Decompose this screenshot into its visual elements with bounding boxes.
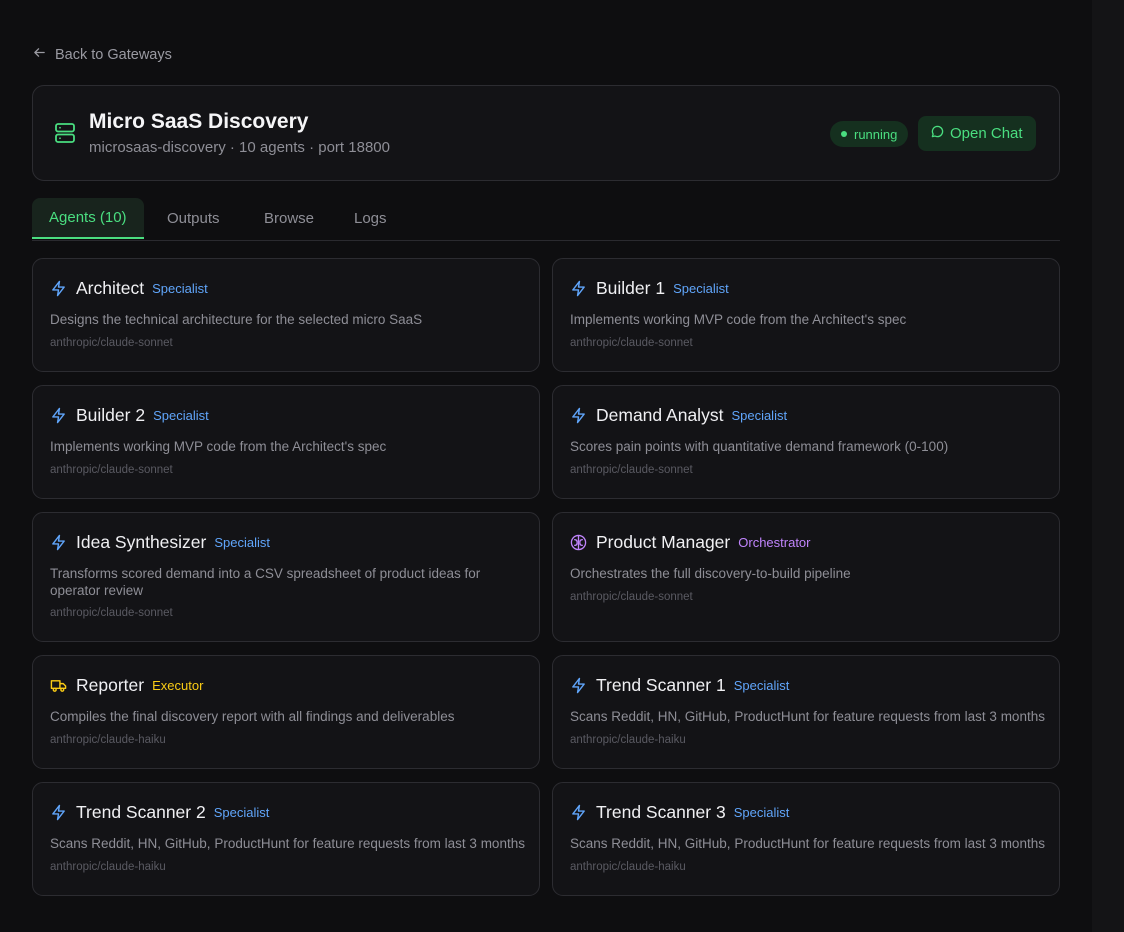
agent-description: Scores pain points with quantitative dem… — [570, 439, 949, 454]
agent-role-badge: Orchestrator — [738, 535, 811, 550]
agent-description: Implements working MVP code from the Arc… — [570, 312, 907, 327]
agent-card-header: Architect Specialist — [50, 278, 208, 299]
agent-name: Builder 1 — [596, 278, 666, 298]
agent-name: Trend Scanner 1 — [596, 675, 726, 695]
agent-role-badge: Specialist — [152, 281, 208, 296]
agent-card-header: Trend Scanner 1 Specialist — [570, 675, 789, 696]
status-badge: running — [830, 121, 909, 147]
agent-card[interactable]: Trend Scanner 1 Specialist Scans Reddit, H… — [552, 655, 1060, 769]
agent-name: Architect — [76, 278, 145, 298]
lightning-icon — [570, 280, 587, 297]
lightning-icon — [570, 407, 587, 424]
agent-model: anthropic/claude-sonnet — [50, 464, 173, 476]
tab-logs[interactable]: Logs — [354, 198, 387, 239]
agent-model: anthropic/claude-sonnet — [50, 607, 173, 619]
lightning-icon — [570, 677, 587, 694]
agent-card[interactable]: Trend Scanner 2 Specialist Scans Reddit, H… — [32, 782, 540, 896]
agent-description: Orchestrates the full discovery-to-build… — [570, 566, 851, 581]
agent-card-header: Trend Scanner 3 Specialist — [570, 802, 789, 823]
agent-description: Scans Reddit, HN, GitHub, ProductHunt fo… — [50, 836, 525, 851]
status-label: running — [854, 126, 898, 142]
agent-card-header: Demand Analyst Specialist — [570, 405, 787, 426]
agent-card-header: Idea Synthesizer Specialist — [50, 532, 270, 553]
agent-model: anthropic/claude-haiku — [50, 861, 166, 873]
agent-role-badge: Executor — [152, 678, 204, 693]
agent-name: Demand Analyst — [596, 405, 724, 425]
tab-bar: Agents (10) Outputs Browse Logs — [32, 198, 1060, 241]
agent-card[interactable]: Product Manager Orchestrator Orchestrates … — [552, 512, 1060, 642]
brain-icon — [570, 534, 587, 551]
agent-description: Scans Reddit, HN, GitHub, ProductHunt fo… — [570, 709, 1045, 724]
agent-card[interactable]: Trend Scanner 3 Specialist Scans Reddit, H… — [552, 782, 1060, 896]
scrollbar-track[interactable] — [1092, 0, 1124, 932]
agent-role-badge: Specialist — [733, 805, 790, 820]
tab-browse[interactable]: Browse — [264, 198, 314, 239]
back-to-gateways-link[interactable]: Back to Gateways — [33, 46, 172, 63]
agent-card[interactable]: Builder 2 Specialist Implements working MV… — [32, 385, 540, 499]
gateway-header-card: Micro SaaS Discovery microsaas-discovery… — [32, 85, 1060, 181]
agent-card[interactable]: Builder 1 Specialist Implements working MV… — [552, 258, 1060, 372]
lightning-icon — [50, 804, 67, 821]
agent-name: Reporter — [76, 675, 145, 695]
agent-role-badge: Specialist — [214, 535, 270, 550]
agent-description: Designs the technical architecture for t… — [50, 312, 423, 327]
agent-name: Trend Scanner 2 — [76, 802, 206, 822]
agent-card[interactable]: Reporter Executor Compiles the final disco… — [32, 655, 540, 769]
agent-name: Product Manager — [596, 532, 731, 552]
agent-description: Transforms scored demand into a CSV spre… — [50, 566, 481, 598]
lightning-icon — [570, 804, 587, 821]
agent-role-badge: Specialist — [213, 805, 270, 820]
open-chat-label: Open Chat — [950, 125, 1023, 142]
arrow-left-icon — [33, 46, 46, 63]
agent-description: Compiles the final discovery report with… — [50, 709, 455, 724]
agent-model: anthropic/claude-haiku — [570, 861, 686, 873]
agent-description: Implements working MVP code from the Arc… — [50, 439, 387, 454]
agent-model: anthropic/claude-sonnet — [570, 464, 693, 476]
truck-icon — [50, 677, 67, 694]
status-dot-icon — [841, 131, 847, 137]
agent-name: Builder 2 — [76, 405, 146, 425]
lightning-icon — [50, 280, 67, 297]
tab-agents[interactable]: Agents (10) — [32, 198, 144, 239]
agent-role-badge: Specialist — [673, 281, 729, 296]
agent-description: Scans Reddit, HN, GitHub, ProductHunt fo… — [570, 836, 1045, 851]
open-chat-button[interactable]: Open Chat — [918, 116, 1036, 151]
gateway-detail-page: Back to Gateways Micro SaaS Discovery mi… — [0, 0, 1092, 932]
agent-model: anthropic/claude-sonnet — [570, 337, 693, 349]
agent-card[interactable]: Architect Specialist Designs the technical… — [32, 258, 540, 372]
agent-model: anthropic/claude-haiku — [570, 734, 686, 746]
server-icon — [54, 122, 76, 144]
agent-model: anthropic/claude-sonnet — [570, 591, 693, 603]
back-link-label: Back to Gateways — [55, 46, 172, 63]
agent-name: Trend Scanner 3 — [596, 802, 726, 822]
gateway-subtitle: microsaas-discovery · 10 agents · port 1… — [89, 139, 390, 156]
agent-card-header: Trend Scanner 2 Specialist — [50, 802, 269, 823]
lightning-icon — [50, 407, 67, 424]
gateway-title: Micro SaaS Discovery — [89, 110, 309, 133]
agent-model: anthropic/claude-sonnet — [50, 337, 173, 349]
agent-role-badge: Specialist — [733, 678, 790, 693]
agent-card-header: Product Manager Orchestrator — [570, 532, 811, 553]
agent-card-header: Reporter Executor — [50, 675, 203, 696]
lightning-icon — [50, 534, 67, 551]
tab-outputs[interactable]: Outputs — [167, 198, 220, 239]
agent-card[interactable]: Demand Analyst Specialist Scores pain poin… — [552, 385, 1060, 499]
chat-bubble-icon — [931, 125, 944, 142]
agent-card-header: Builder 1 Specialist — [570, 278, 729, 299]
agent-card-header: Builder 2 Specialist — [50, 405, 209, 426]
agent-model: anthropic/claude-haiku — [50, 734, 166, 746]
agent-card[interactable]: Idea Synthesizer Specialist Transforms sco… — [32, 512, 540, 642]
agent-role-badge: Specialist — [731, 408, 788, 423]
agent-name: Idea Synthesizer — [76, 532, 207, 552]
agent-role-badge: Specialist — [153, 408, 209, 423]
